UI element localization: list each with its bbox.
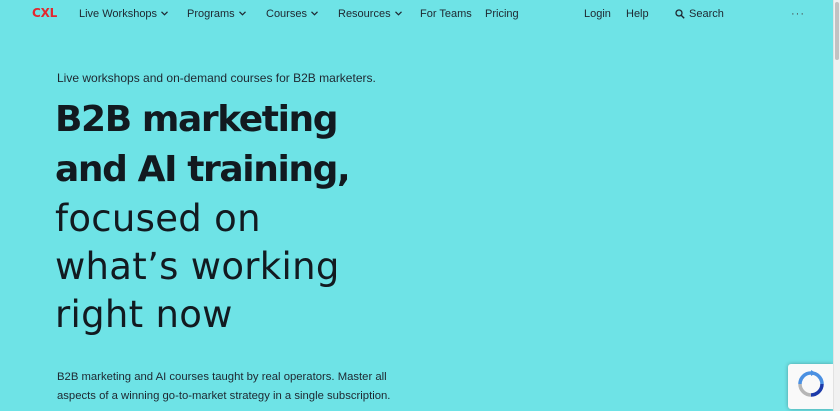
chevron-down-icon [238, 11, 246, 17]
login-link[interactable]: Login [584, 8, 611, 20]
recaptcha-badge[interactable] [788, 364, 833, 409]
help-link[interactable]: Help [626, 8, 649, 20]
headline-bold-line: B2B marketing [55, 99, 339, 140]
nav-item-label: Programs [187, 8, 235, 20]
scrollbar-thumb[interactable] [835, 2, 839, 60]
search-button[interactable]: Search [675, 8, 724, 20]
nav-programs[interactable]: Programs [187, 8, 246, 20]
nav-pricing[interactable]: Pricing [485, 8, 519, 20]
login-label: Login [584, 8, 611, 20]
headline-light-line: right now [55, 293, 233, 336]
cxl-logo[interactable]: CXL [32, 6, 57, 20]
headline-light-line: what’s working [55, 245, 340, 288]
chevron-down-icon [311, 11, 318, 17]
hero-subtext: B2B marketing and AI courses taught by r… [57, 371, 391, 402]
recaptcha-icon [797, 370, 825, 403]
nav-item-label: Courses [266, 8, 307, 20]
nav-item-label: Resources [338, 8, 391, 20]
chevron-down-icon [394, 11, 402, 17]
headline-light-line: focused on [55, 197, 261, 240]
nav-item-label: Pricing [485, 8, 519, 20]
chevron-down-icon [161, 11, 168, 17]
headline-bold-line: and AI training, [55, 149, 351, 190]
more-menu-button[interactable]: ··· [791, 8, 805, 20]
hero-tagline: Live workshops and on-demand courses for… [57, 71, 376, 85]
nav-for-teams[interactable]: For Teams [420, 8, 472, 20]
hero-headline: B2B marketing and AI training, focused o… [55, 95, 475, 339]
search-label: Search [689, 8, 724, 20]
nav-item-label: For Teams [420, 8, 472, 20]
search-icon [675, 9, 685, 19]
nav-courses[interactable]: Courses [266, 8, 318, 20]
help-label: Help [626, 8, 649, 20]
page-scrollbar[interactable] [833, 0, 840, 411]
nav-item-label: Live Workshops [79, 8, 158, 20]
nav-live-workshops[interactable]: Live Workshops [79, 8, 168, 20]
top-nav: CXL Live Workshops Programs Courses Reso… [0, 0, 833, 28]
nav-resources[interactable]: Resources [338, 8, 402, 20]
page: CXL Live Workshops Programs Courses Reso… [0, 0, 833, 411]
